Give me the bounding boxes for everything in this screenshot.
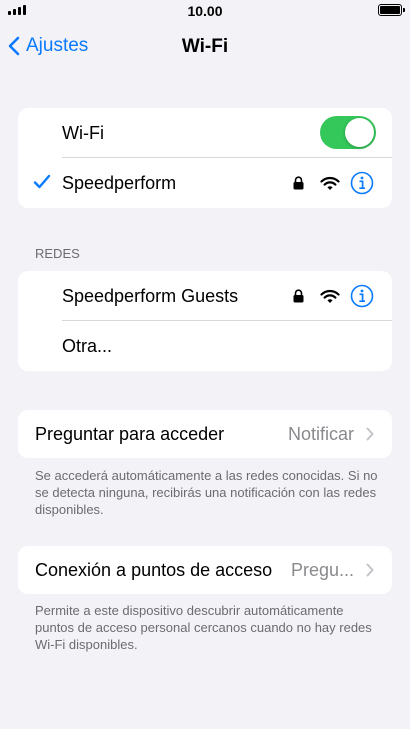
wifi-icon [320,289,340,303]
page-title: Wi-Fi [181,36,229,57]
network-label: Speedperform Guests [62,285,239,306]
battery-icon [378,4,405,16]
ask-to-join-group: Preguntar para acceder Notificar [18,410,392,458]
status-bar: 10.00 [0,0,410,22]
network-row-other[interactable]: Otra... [18,321,392,371]
connected-network-label: Speedperform [62,172,177,193]
wifi-toggle-label: Wi-Fi [62,122,104,143]
network-label: Otra... [62,335,113,356]
lock-icon [293,176,304,190]
info-icon[interactable] [350,171,374,195]
checkmark-icon [33,174,51,189]
hotspot-label: Conexión a puntos de acceso [35,559,273,580]
ask-to-join-label: Preguntar para acceder [35,423,225,444]
networks-group: Speedperform Guests Otra... [18,271,392,371]
ask-to-join-footnote: Se accederá automáticamente a las redes … [35,468,378,517]
ask-to-join-value: Notificar [287,423,354,444]
hotspot-value: Pregu... [290,559,354,580]
wifi-toggle-row: Wi-Fi [18,108,392,158]
network-row-speedperform-guests[interactable]: Speedperform Guests [18,271,392,321]
connected-network-row[interactable]: Speedperform [18,158,392,208]
wifi-toggle[interactable] [320,116,376,149]
ask-to-join-row[interactable]: Preguntar para acceder Notificar [18,410,392,458]
status-time: 10.00 [187,3,223,19]
chevron-right-icon [366,563,374,577]
chevron-right-icon [366,427,374,441]
wifi-icon [320,176,340,190]
info-icon[interactable] [350,284,374,308]
lock-icon [293,289,304,303]
networks-header: REDES [35,246,80,261]
hotspot-group: Conexión a puntos de acceso Pregu... [18,546,392,594]
hotspot-row[interactable]: Conexión a puntos de acceso Pregu... [18,546,392,594]
wifi-group: Wi-Fi Speedperform [18,108,392,208]
hotspot-footnote: Permite a este dispositivo descubrir aut… [35,603,372,652]
navigation-bar: Ajustes Wi-Fi [0,28,410,64]
